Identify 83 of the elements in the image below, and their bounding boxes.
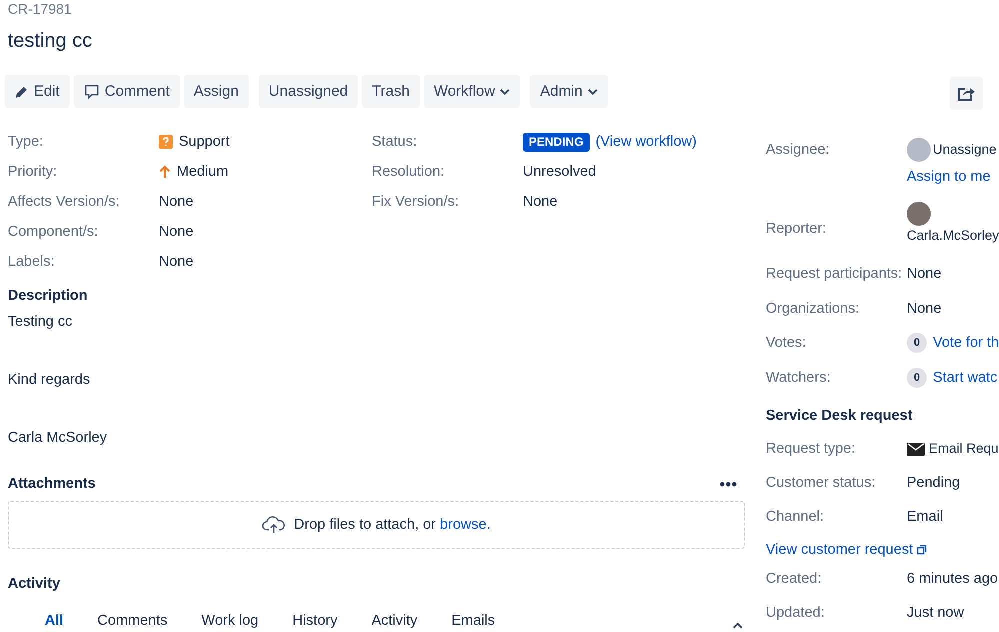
field-label: Priority: xyxy=(8,163,58,182)
field-value: Support xyxy=(159,127,372,157)
description-text: Carla McSorley xyxy=(8,429,108,448)
field-label: Customer status: xyxy=(766,474,877,493)
chevron-up-icon xyxy=(733,623,743,629)
field-label: Labels: xyxy=(8,253,56,272)
description-text: Kind regards xyxy=(8,371,92,390)
toolbar-button[interactable]: Unassigned xyxy=(258,75,358,108)
chevron-down-icon xyxy=(500,88,510,94)
field-label: Request participants: xyxy=(766,265,904,284)
activity-tab[interactable]: History xyxy=(276,611,355,631)
toolbar-button[interactable]: Comment xyxy=(74,75,180,108)
issue-key: CR-17981 xyxy=(8,1,745,17)
toolbar-button[interactable]: Workflow xyxy=(424,75,520,108)
assignee-value: Unassigne xyxy=(907,135,999,165)
toolbar-button[interactable]: Trash xyxy=(362,75,420,108)
field-label: Affects Version/s: xyxy=(8,193,121,212)
toolbar-button[interactable]: Edit xyxy=(5,75,70,108)
description-text: Testing cc xyxy=(8,313,74,332)
activity-tab[interactable]: All xyxy=(28,611,81,631)
activity-tab[interactable]: Emails xyxy=(434,611,512,631)
attachments-heading: Attachments xyxy=(8,475,96,494)
field-value: None xyxy=(159,253,195,272)
count-badge: 0 xyxy=(907,333,928,353)
field-label: Votes: xyxy=(766,334,808,353)
field-label: Fix Version/s: xyxy=(372,193,460,212)
field-label: Resolution: xyxy=(372,163,446,182)
reporter-value: Carla.McSorley xyxy=(907,227,999,245)
field-value: 6 minutes ago xyxy=(907,570,999,589)
share-icon xyxy=(958,86,976,101)
request-type-value: Email Requ xyxy=(907,434,999,464)
arrow-up-icon xyxy=(159,165,171,179)
activity-tab[interactable]: Comments xyxy=(80,611,185,631)
count-badge: 0 xyxy=(907,368,928,388)
comment-icon xyxy=(84,84,100,100)
avatar-placeholder-icon xyxy=(907,138,931,162)
external-link-icon xyxy=(917,545,928,555)
drop-files-text: Drop files to attach, or browse. xyxy=(294,517,491,533)
field-value: Pending xyxy=(907,474,962,493)
pencil-icon xyxy=(15,84,29,98)
watch-vote-link[interactable]: Start watc xyxy=(933,362,998,392)
toolbar-button[interactable]: Assign xyxy=(184,75,249,108)
service-desk-heading: Service Desk request xyxy=(766,407,914,426)
field-value: None xyxy=(523,193,559,212)
field-value: Medium xyxy=(159,157,372,187)
field-value: Email xyxy=(907,508,944,527)
field-value: Unresolved xyxy=(523,163,598,182)
field-label: Updated: xyxy=(766,604,826,623)
field-label: Component/s: xyxy=(8,223,100,242)
field-label: Created: xyxy=(766,570,823,589)
field-label: Type: xyxy=(8,133,44,152)
more-icon[interactable] xyxy=(720,482,737,486)
activity-tab[interactable]: Activity xyxy=(354,611,435,631)
field-label: Status: xyxy=(372,133,418,152)
share-button[interactable] xyxy=(950,77,984,110)
field-label: Watchers: xyxy=(766,368,832,388)
field-label: Request type: xyxy=(766,440,856,459)
avatar-icon xyxy=(907,202,931,226)
chevron-down-icon xyxy=(588,88,598,94)
field-label: Assignee: xyxy=(766,141,831,160)
drop-zone[interactable]: Drop files to attach, or browse. xyxy=(8,501,745,549)
field-value: None xyxy=(907,265,943,284)
browse-link[interactable]: browse. xyxy=(440,517,491,533)
status-lozenge: PENDING xyxy=(523,132,590,152)
view-workflow-link[interactable]: (View workflow) xyxy=(596,127,697,157)
cloud-upload-icon xyxy=(262,516,286,534)
field-label: Reporter: xyxy=(766,220,828,239)
assign-to-me-link[interactable]: Assign to me xyxy=(907,169,999,185)
field-value: None xyxy=(159,223,195,242)
activity-heading: Activity xyxy=(8,575,62,594)
toolbar-button[interactable]: Admin xyxy=(530,75,608,108)
issue-title: testing cc xyxy=(8,29,94,54)
activity-tab[interactable]: Work log xyxy=(184,611,276,631)
envelope-icon xyxy=(907,442,925,456)
description-heading: Description xyxy=(8,287,89,306)
question-icon xyxy=(159,135,173,149)
view-customer-request-link[interactable]: View customer request xyxy=(766,542,928,558)
field-label: Channel: xyxy=(766,508,826,527)
field-value: None xyxy=(159,193,195,212)
field-value: None xyxy=(907,300,943,318)
field-value: Just now xyxy=(907,604,966,623)
watch-vote-link[interactable]: Vote for th xyxy=(933,328,999,358)
field-label: Organizations: xyxy=(766,300,860,318)
